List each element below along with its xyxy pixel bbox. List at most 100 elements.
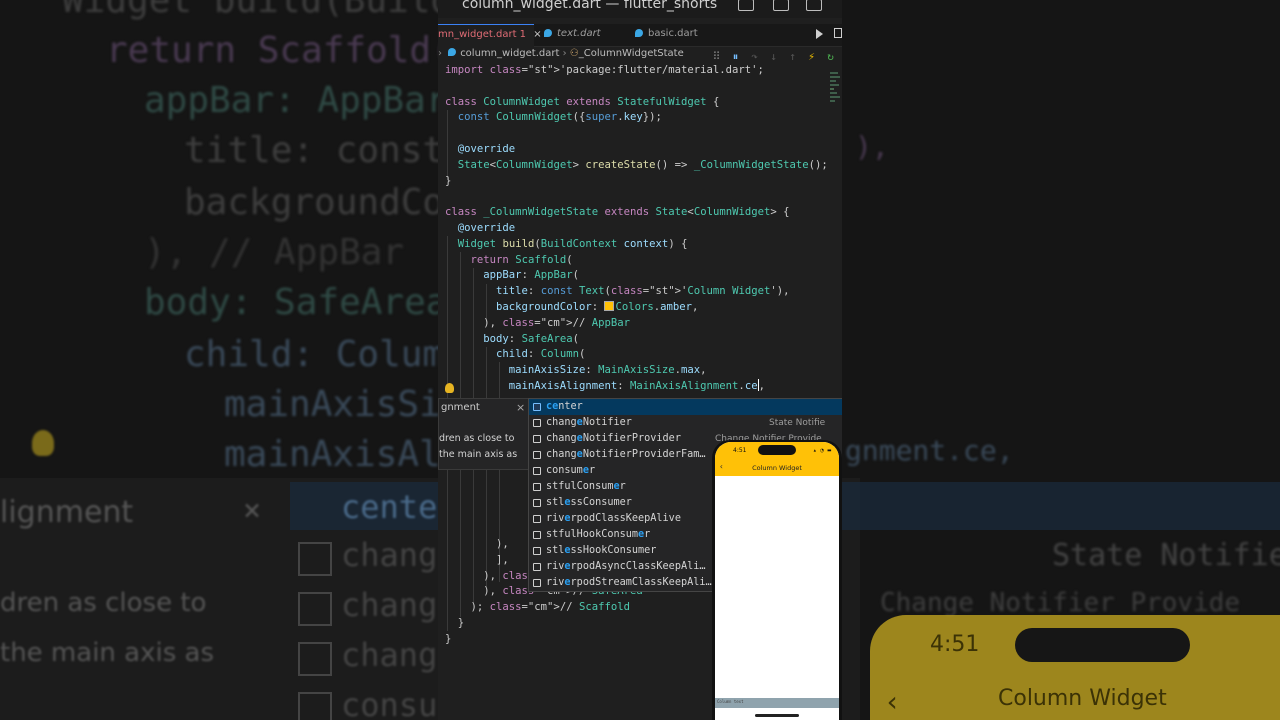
snippet-icon — [533, 563, 541, 571]
bg-symbol-icon — [298, 692, 332, 720]
bg-detail: Change Notifier Provide — [880, 588, 1241, 618]
code-line: mainAxisSize: MainAxisSize.max, — [508, 364, 707, 377]
suggestion-label: center — [546, 401, 583, 412]
code-line: ), class="cm">// AppBar — [445, 316, 630, 329]
tab-label: basic.dart — [648, 28, 698, 39]
snippet-icon — [533, 547, 541, 555]
bg-symbol-icon — [298, 592, 332, 626]
docs-line: dren as close to — [439, 433, 515, 444]
code-line: body: SafeArea( — [483, 332, 579, 345]
tab-label: text.dart — [557, 28, 601, 39]
close-icon[interactable]: × — [516, 401, 525, 414]
bg-suggestion: consu — [341, 686, 438, 720]
code-line: const ColumnWidget({super.key}); — [457, 111, 662, 124]
suggestion-label: changeNotifier — [546, 417, 632, 428]
code-line: child: Column( — [496, 348, 586, 361]
tab-label: mn_widget.dart 1 — [438, 29, 527, 40]
dart-file-icon — [448, 48, 457, 56]
editor-tabs: mn_widget.dart 1 × text.dart basic.dart — [438, 24, 842, 47]
bg-suggestion: cente — [341, 488, 438, 526]
close-icon[interactable]: × — [533, 29, 541, 40]
layout-panel-icon[interactable] — [773, 0, 789, 11]
bg-symbol-icon — [298, 542, 332, 576]
bg-back-icon: ‹ — [884, 685, 901, 718]
layout-split-icon[interactable] — [806, 0, 822, 11]
tab-text-dart[interactable]: text.dart — [544, 24, 601, 46]
bg-code-line: appBar: AppBar( — [144, 80, 470, 121]
tab-basic-dart[interactable]: basic.dart — [635, 24, 698, 46]
bg-doc-text: the main axis as — [0, 638, 214, 668]
bg-detail: State Notifie — [1052, 538, 1280, 573]
status-icons: ▴ ◔ ▬ — [813, 447, 832, 454]
snippet-icon — [533, 483, 541, 491]
class-symbol-icon: ⚇ — [569, 48, 579, 59]
run-icon[interactable] — [816, 29, 823, 39]
suggestion-label: stfulHookConsumer — [546, 529, 651, 540]
code-line: mainAxisAlignment: MainAxisAlignment.ce, — [508, 378, 765, 392]
bg-code-line: title: const — [184, 130, 445, 171]
suggestion-detail: State Notifie — [769, 418, 826, 428]
lightbulb-icon[interactable] — [445, 383, 454, 393]
phone-frame: 4:51 ▴ ◔ ▬ ‹ Column Widget Column text — [712, 440, 842, 720]
snippet-icon — [533, 467, 541, 475]
bg-suggestion: chang — [341, 586, 438, 624]
bg-phone-island — [1015, 628, 1190, 662]
tab-column-widget[interactable]: mn_widget.dart 1 × — [438, 24, 542, 47]
suggestion-docs: gnment × dren as close to the main axis … — [438, 398, 534, 470]
bg-code-line: return Scaffold( — [106, 30, 453, 71]
split-editor-icon[interactable] — [834, 28, 842, 38]
bg-doc-title: lignment — [0, 495, 134, 530]
docs-text: dren as close to the main axis as — [439, 431, 531, 463]
suggestion-label: riverpodAsyncClassKeepAli… — [546, 561, 706, 572]
status-time: 4:51 — [733, 447, 747, 454]
text-cursor — [757, 378, 759, 391]
dart-file-icon — [635, 29, 643, 37]
bg-close-icon: × — [243, 493, 262, 528]
suggestion-label: changeNotifierProviderFam… — [546, 449, 706, 460]
bg-code-line: Widget build(BuildC — [62, 0, 474, 21]
phone-screen: 4:51 ▴ ◔ ▬ ‹ Column Widget Column text — [715, 442, 839, 720]
suggestion-label: consumer — [546, 465, 596, 476]
bg-code-line: body: SafeArea( — [144, 282, 470, 323]
window-title: column_widget.dart — flutter_shorts — [462, 0, 718, 12]
app-bar-title: Column Widget — [752, 464, 802, 472]
bg-phone-time: 4:51 — [930, 632, 980, 657]
chevron-right-icon: › — [438, 48, 442, 59]
layout-sidebar-icon[interactable] — [738, 0, 754, 11]
suggestion-label: riverpodStreamClassKeepAli… — [546, 577, 712, 588]
code-line: import class="st">'package:flutter/mater… — [445, 64, 764, 76]
snippet-icon — [533, 451, 541, 459]
vscode-editor: column_widget.dart — flutter_shorts mn_w… — [438, 0, 842, 720]
suggestion-item[interactable]: changeNotifier State Notifie — [529, 415, 842, 431]
bg-code-line: mainAxisSiz — [224, 384, 463, 425]
minimap[interactable] — [830, 72, 840, 222]
snippet-icon — [533, 499, 541, 507]
bg-code-line: backgroundCol — [184, 182, 466, 223]
bg-suggestion: chang — [341, 536, 438, 574]
code-line: appBar: AppBar( — [483, 269, 579, 282]
suggestion-label: riverpodClassKeepAlive — [546, 513, 681, 524]
suggestion-item[interactable]: center — [529, 399, 842, 415]
chevron-right-icon: › — [562, 48, 570, 59]
bg-lightbulb-icon — [32, 430, 54, 456]
snippet-icon — [533, 515, 541, 523]
bg-code-line: ), — [855, 130, 889, 163]
enum-member-icon — [533, 403, 541, 411]
phone-simulator: 4:51 ▴ ◔ ▬ ‹ Column Widget Column text — [712, 440, 842, 720]
docs-title: gnment — [441, 402, 480, 413]
suggestion-label: stlessHookConsumer — [546, 545, 657, 556]
bg-code-line: mainAxisAli — [224, 434, 463, 475]
suggestion-label: stfulConsumer — [546, 481, 626, 492]
breadcrumb-symbol[interactable]: _ColumnWidgetState — [579, 48, 684, 59]
breadcrumb-file[interactable]: column_widget.dart — [460, 48, 559, 59]
code-line: @override — [457, 142, 516, 155]
code-line: ​ — [445, 79, 828, 95]
code-line: Widget build(BuildContext context) { — [457, 237, 688, 250]
code-line: return Scaffold( — [470, 253, 573, 266]
bg-suggestion: chang — [341, 636, 438, 674]
code-line: } — [445, 174, 452, 187]
dart-file-icon — [544, 29, 552, 37]
code-line: ​ — [445, 189, 828, 205]
bg-symbol-icon — [298, 642, 332, 676]
suggestion-label: stlessConsumer — [546, 497, 632, 508]
